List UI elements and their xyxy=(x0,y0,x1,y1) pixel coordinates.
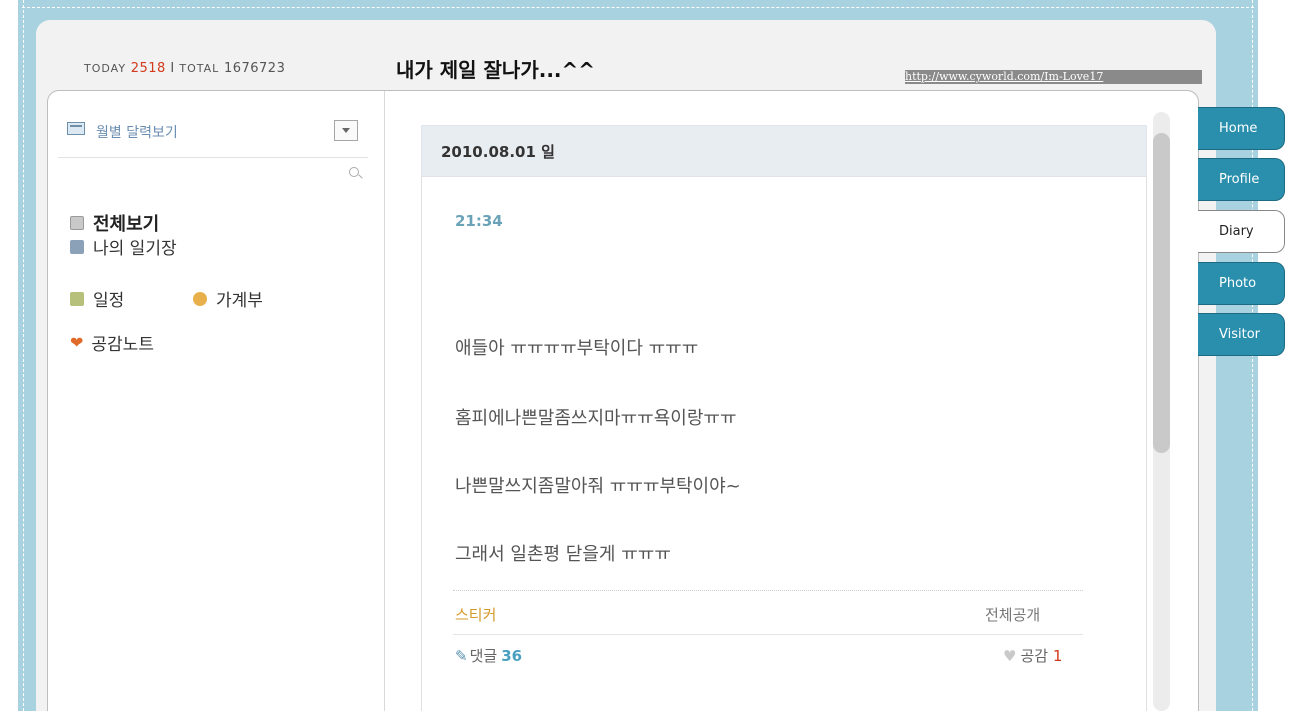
sidebar-divider xyxy=(58,157,368,158)
empathy-button[interactable]: ♥ 공감 1 xyxy=(1003,645,1062,666)
book-icon xyxy=(70,216,84,230)
comments-button[interactable]: ✎ 댓글 36 xyxy=(455,645,522,666)
coin-icon xyxy=(193,291,207,306)
today-count: 2518 xyxy=(130,61,166,76)
sidebar-item-all[interactable]: 전체보기 xyxy=(70,210,159,236)
sidebar-item-label: 공감노트 xyxy=(91,335,154,355)
page-title: 내가 제일 잘나가...^^ xyxy=(396,58,596,82)
tab-visitor[interactable]: Visitor xyxy=(1198,313,1285,356)
visibility-status: 전체공개 xyxy=(985,606,1041,624)
post-text-line: 그래서 일촌평 닫을게 ㅠㅠㅠ xyxy=(455,544,671,565)
empathy-label: 공감 xyxy=(1020,647,1049,665)
chevron-down-icon[interactable] xyxy=(334,120,358,141)
sidebar-item-empathy-note[interactable]: ❤ 공감노트 xyxy=(70,330,154,355)
total-count: 1676723 xyxy=(223,61,286,76)
tab-photo[interactable]: Photo xyxy=(1198,262,1285,305)
pencil-icon: ✎ xyxy=(455,647,468,665)
heart-icon: ❤ xyxy=(70,333,84,352)
post-separator xyxy=(453,590,1083,591)
post-text-line: 애들아 ㅠㅠㅠㅠ부탁이다 ㅠㅠㅠ xyxy=(455,338,699,359)
total-label: TOTAL xyxy=(179,62,220,75)
comments-count: 36 xyxy=(501,647,523,665)
today-label: TODAY xyxy=(84,62,127,75)
counter-separator: I xyxy=(170,61,175,76)
comments-label: 댓글 xyxy=(469,647,498,665)
heart-icon: ♥ xyxy=(1003,647,1017,665)
frame-dotted-top xyxy=(22,0,1254,8)
visitor-counter: TODAY 2518 I TOTAL 1676723 xyxy=(84,61,285,76)
sidebar-item-my-diary[interactable]: 나의 일기장 xyxy=(70,234,177,259)
sidebar-item-ledger[interactable]: 가계부 xyxy=(193,286,263,311)
diary-icon xyxy=(70,239,84,254)
sidebar-item-label: 나의 일기장 xyxy=(93,239,177,259)
sticker-link[interactable]: 스티커 xyxy=(455,604,496,625)
sidebar-item-label: 전체보기 xyxy=(93,214,160,235)
tab-diary[interactable]: Diary xyxy=(1198,210,1285,253)
post-body xyxy=(421,177,1147,711)
tab-home[interactable]: Home xyxy=(1198,107,1285,150)
zoom-icon[interactable] xyxy=(349,167,359,177)
post-time: 21:34 xyxy=(455,212,503,230)
empathy-count: 1 xyxy=(1052,647,1063,665)
schedule-icon xyxy=(70,291,84,306)
post-text-line: 나쁜말쓰지좀말아줘 ㅠㅠㅠ부탁이야~ xyxy=(455,476,741,497)
homepage-url-link[interactable]: http://www.cyworld.com/Im-Love17 xyxy=(905,70,1202,84)
footer-separator xyxy=(453,634,1083,635)
sidebar-item-label: 가계부 xyxy=(216,291,263,311)
panel-divider xyxy=(384,91,385,711)
scrollbar-thumb[interactable] xyxy=(1153,133,1170,453)
post-date: 2010.08.01 일 xyxy=(441,143,555,161)
sidebar-item-label: 일정 xyxy=(93,291,125,311)
tab-profile[interactable]: Profile xyxy=(1198,158,1285,201)
monthly-calendar-toggle[interactable]: 월별 달력보기 xyxy=(96,122,178,142)
post-text-line: 홈피에나쁜말좀쓰지마ㅠㅠ욕이랑ㅠㅠ xyxy=(455,408,737,429)
calendar-icon[interactable] xyxy=(67,122,85,135)
sidebar-item-schedule[interactable]: 일정 xyxy=(70,286,124,311)
